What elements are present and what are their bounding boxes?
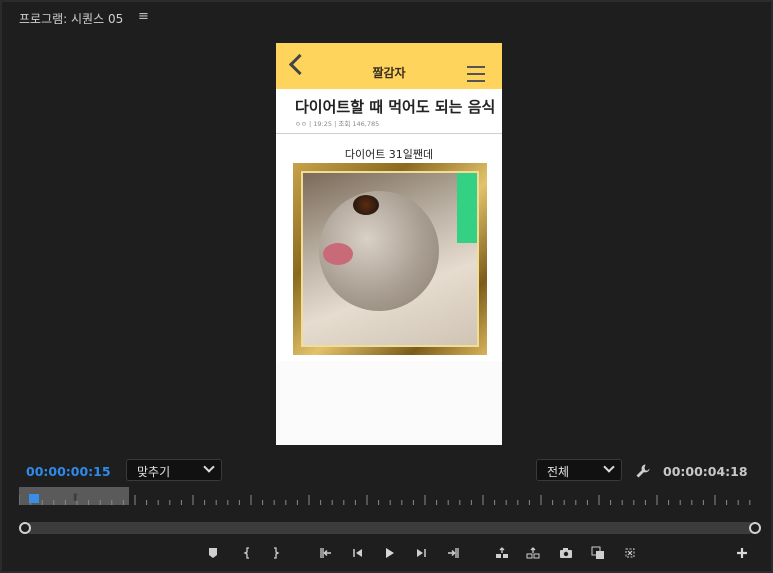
zoom-level-value: 맞추기 <box>137 465 171 479</box>
go-to-out-button[interactable] <box>444 544 462 562</box>
play-button[interactable] <box>380 544 398 562</box>
ruler-ticks <box>19 495 751 505</box>
blank-area <box>276 361 502 445</box>
time-ruler[interactable]: ||| <box>19 487 761 507</box>
current-timecode[interactable]: 00:00:00:15 <box>26 464 111 479</box>
brace-right-icon <box>274 547 280 559</box>
marker-icon <box>209 548 217 558</box>
brace-left-icon <box>243 547 249 559</box>
menu-icon <box>467 66 485 87</box>
mark-out-button[interactable] <box>267 544 285 562</box>
zoom-level-dropdown[interactable]: 맞추기 <box>126 459 222 481</box>
scrollbar-handle-right[interactable] <box>749 522 761 534</box>
wrench-icon[interactable] <box>635 463 651 479</box>
go-to-in-icon <box>320 548 331 558</box>
article-meta: ㅇㅇ | 19:25 | 조회 146,785 <box>295 120 380 128</box>
lift-button[interactable] <box>493 544 511 562</box>
proxy-icon <box>625 548 635 558</box>
step-back-button[interactable] <box>349 544 367 562</box>
resolution-value: 전체 <box>547 465 570 479</box>
video-preview[interactable]: 짤감자 다이어트할 때 먹어도 되는 음식 ㅇㅇ | 19:25 | 조회 14… <box>276 43 502 445</box>
hamburger-icon[interactable]: ≡ <box>138 9 149 24</box>
lift-icon <box>496 547 508 558</box>
program-monitor-panel: 프로그램: 시퀀스 05 ≡ 짤감자 다이어트할 때 먹어도 되는 음식 ㅇㅇ … <box>0 0 773 573</box>
chevron-down-icon <box>203 461 215 473</box>
zoom-scrollbar[interactable] <box>25 522 755 534</box>
proxy-toggle-button[interactable] <box>621 544 639 562</box>
article-headline: 다이어트할 때 먹어도 되는 음식 <box>295 98 496 116</box>
button-editor[interactable] <box>733 544 751 562</box>
grip-icon: ||| <box>73 493 78 501</box>
go-to-in-button[interactable] <box>317 544 335 562</box>
comparison-view-button[interactable] <box>589 544 607 562</box>
play-icon <box>386 548 394 558</box>
chevron-down-icon <box>603 461 615 473</box>
image-caption: 다이어트 31일짼데 <box>344 148 434 161</box>
step-forward-button[interactable] <box>412 544 430 562</box>
panel-title[interactable]: 프로그램: 시퀀스 05 <box>19 10 123 27</box>
mark-in-button[interactable] <box>238 544 256 562</box>
step-forward-icon <box>417 549 426 557</box>
playback-resolution-dropdown[interactable]: 전체 <box>536 459 622 481</box>
add-marker-button[interactable] <box>204 544 222 562</box>
divider <box>276 133 502 134</box>
camera-icon <box>560 548 572 558</box>
framed-cat-image <box>293 163 487 355</box>
playhead[interactable] <box>29 494 39 503</box>
extract-icon <box>526 547 540 559</box>
duration-timecode: 00:00:04:18 <box>663 464 748 479</box>
step-back-icon <box>353 549 362 557</box>
plus-icon <box>737 548 747 558</box>
go-to-out-icon <box>448 548 459 558</box>
phone-header: 짤감자 <box>276 43 502 89</box>
extract-button[interactable] <box>524 544 542 562</box>
export-frame-button[interactable] <box>557 544 575 562</box>
scrollbar-handle-left[interactable] <box>19 522 31 534</box>
comparison-icon <box>591 546 604 559</box>
